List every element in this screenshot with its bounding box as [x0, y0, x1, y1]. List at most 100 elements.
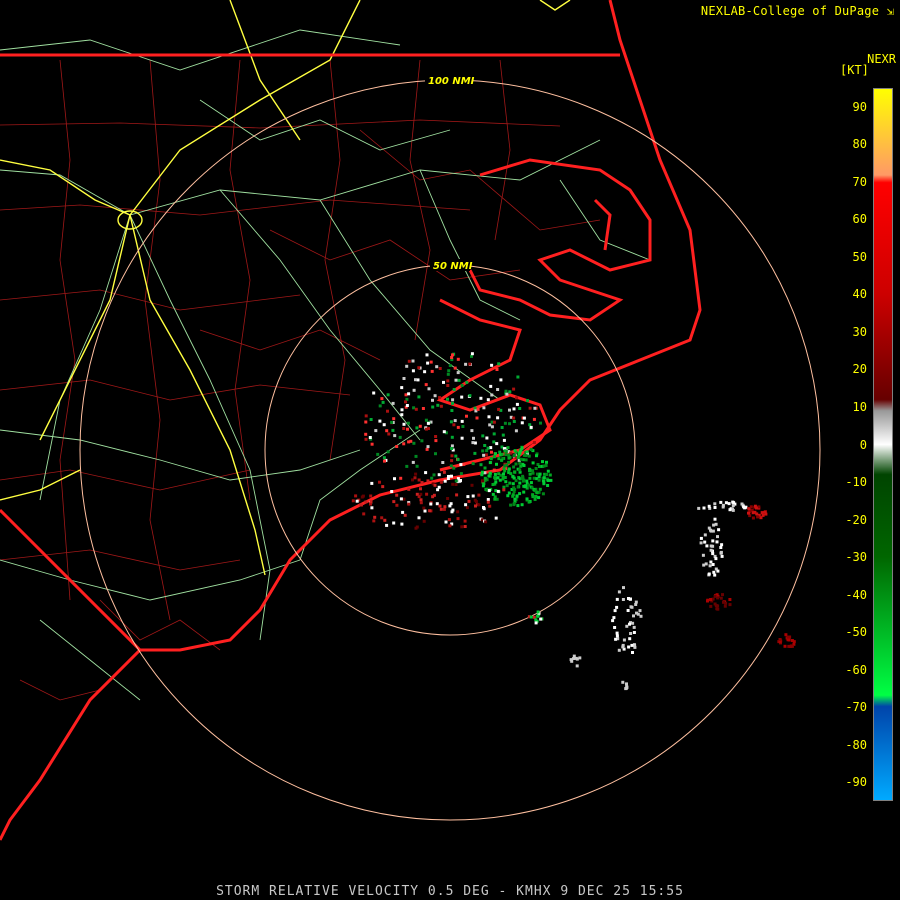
echo-pixel [506, 494, 510, 498]
echo-pixel [534, 618, 538, 622]
echo-pixel [418, 424, 422, 428]
echo-pixel [525, 497, 529, 501]
echo-pixel [407, 502, 411, 506]
echo-pixel [426, 445, 430, 449]
echo-pixel [617, 590, 621, 594]
echo-pixel [628, 637, 632, 641]
echo-pixel [532, 417, 536, 421]
range-ring-100 [79, 79, 821, 821]
echo-pixel [635, 611, 638, 615]
echo-pixel [452, 388, 456, 392]
credit-label[interactable]: NEXLAB-College of DuPage ⇲ [701, 4, 894, 18]
echo-pixel [630, 605, 634, 609]
range-ring-50 [264, 264, 636, 636]
echo-pixel [417, 516, 421, 520]
echo-pixel [414, 526, 418, 530]
echo-pixel [425, 492, 429, 496]
echo-pixel [395, 445, 399, 448]
echo-pixel [507, 456, 511, 460]
echo-pixel [498, 478, 502, 482]
echo-pixel [443, 479, 447, 483]
echo-pixel [401, 510, 405, 514]
echo-pixel [382, 423, 386, 427]
echo-pixel [359, 503, 363, 507]
echo-pixel [502, 485, 506, 489]
echo-pixel [475, 416, 479, 420]
echo-pixel [702, 563, 706, 567]
echo-pixel [539, 617, 543, 621]
echo-pixel [713, 502, 717, 506]
echo-pixel [628, 622, 631, 626]
echo-pixel [370, 481, 374, 485]
echo-pixel [488, 471, 492, 475]
echo-pixel [495, 442, 499, 446]
echo-pixel [529, 425, 533, 429]
echo-pixel [493, 476, 497, 480]
echo-pixel [481, 449, 485, 453]
echo-pixel [392, 417, 396, 421]
echo-pixel [374, 429, 378, 433]
echo-pixel [431, 495, 435, 499]
echo-pixel [724, 501, 728, 505]
echo-pixel [414, 378, 417, 382]
echo-pixel [534, 621, 538, 625]
echo-pixel [497, 407, 501, 411]
echo-pixel [351, 499, 355, 503]
echo-pixel [455, 493, 459, 497]
echo-pixel [487, 489, 491, 493]
echo-pixel [502, 488, 506, 492]
echo-pixel [719, 500, 723, 504]
echo-pixel [378, 404, 382, 408]
echo-pixel [537, 478, 541, 482]
echo-pixel [538, 487, 542, 491]
echo-pixel [731, 504, 735, 508]
echo-pixel [482, 453, 486, 457]
echo-pixel [699, 536, 703, 540]
color-scale-tick: 30 [852, 324, 867, 339]
echo-pixel [442, 470, 446, 474]
echo-pixel [380, 397, 384, 401]
echo-pixel [713, 602, 717, 606]
echo-pixel [508, 408, 511, 412]
color-scale-tick: -10 [845, 475, 867, 490]
color-scale-tick: -50 [845, 625, 867, 640]
echo-pixel [462, 462, 466, 466]
echo-pixel [406, 427, 409, 431]
echo-pixel [488, 504, 492, 508]
county-lines [0, 59, 601, 701]
echo-pixel [456, 425, 460, 429]
echo-pixel [481, 434, 485, 438]
echo-pixel [496, 489, 500, 493]
echo-pixel [512, 454, 516, 457]
color-scale-tick: 50 [852, 249, 867, 264]
radar-map[interactable]: 100 NMI 50 NMI [0, 0, 900, 900]
echo-pixel [406, 421, 410, 425]
echo-pixel [411, 369, 415, 373]
echo-pixel [639, 614, 643, 618]
echo-pixel [439, 480, 443, 484]
echo-pixel [414, 407, 418, 411]
color-scale-tick: -60 [845, 662, 867, 677]
echo-pixel [514, 450, 518, 454]
echo-pixel [403, 513, 407, 517]
echo-pixel [436, 403, 440, 407]
echo-pixel [492, 432, 496, 436]
echo-pixel [461, 425, 465, 428]
echo-pixel [437, 473, 441, 477]
echo-pixel [488, 423, 492, 427]
echo-pixel [711, 563, 715, 566]
echo-pixel [703, 533, 707, 537]
echo-pixel [480, 470, 484, 474]
echo-pixel [471, 441, 475, 445]
echo-pixel [538, 472, 542, 476]
echo-pixel [450, 454, 454, 458]
echo-pixel [514, 479, 518, 483]
echo-pixel [500, 452, 504, 456]
echo-pixel [525, 450, 529, 454]
echo-pixel [450, 356, 454, 359]
echo-pixel [407, 440, 411, 444]
echo-pixel [611, 619, 615, 623]
echo-pixel [489, 457, 493, 461]
echo-pixel [502, 438, 506, 442]
echo-pixel [483, 466, 487, 470]
